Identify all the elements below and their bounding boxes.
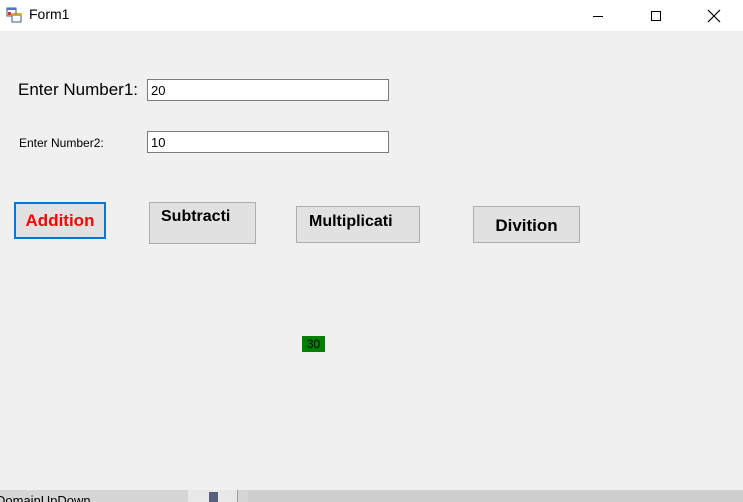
minimize-icon — [593, 15, 603, 17]
maximize-icon — [651, 10, 661, 21]
number1-label: Enter Number1: — [18, 80, 138, 99]
minimize-button[interactable] — [575, 0, 621, 31]
form1-window: Form1 Enter Number1: Enter Number2: Addi… — [0, 0, 743, 490]
multiplication-button[interactable]: Multiplicati — [296, 206, 420, 243]
result-label: 30 — [302, 336, 325, 352]
close-icon — [707, 9, 721, 22]
maximize-button[interactable] — [633, 0, 679, 31]
addition-button[interactable]: Addition — [14, 202, 106, 239]
domainupdown-label: DomainUpDown — [0, 493, 91, 502]
subtraction-button[interactable]: Subtracti — [149, 202, 256, 244]
division-button[interactable]: Divition — [473, 206, 580, 243]
scroll-thumb — [209, 492, 218, 502]
close-button[interactable] — [691, 0, 737, 31]
title-bar[interactable]: Form1 — [0, 0, 743, 31]
app-icon — [6, 7, 22, 23]
background-designer-strip: DomainUpDown — [0, 490, 743, 502]
background-editor-area — [248, 490, 743, 502]
number2-input[interactable] — [147, 131, 389, 153]
panel-divider — [237, 490, 238, 502]
window-title: Form1 — [29, 6, 70, 22]
number2-label: Enter Number2: — [19, 136, 104, 150]
number1-input[interactable] — [147, 79, 389, 101]
